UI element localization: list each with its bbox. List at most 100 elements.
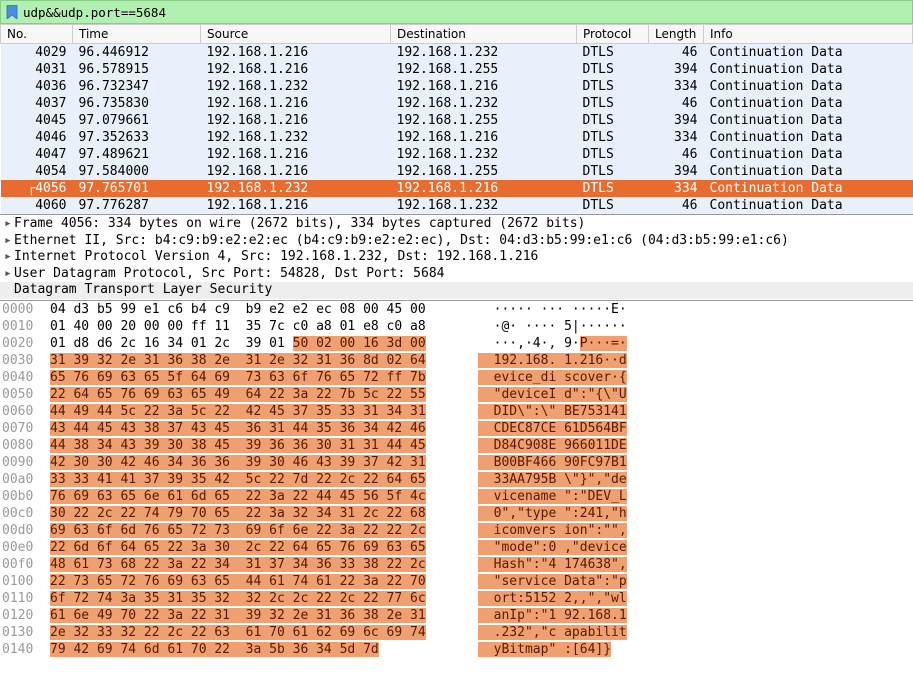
expand-triangle-icon[interactable]: ▸ bbox=[4, 216, 14, 233]
expand-triangle-icon[interactable]: ▸ bbox=[4, 249, 14, 266]
cell-destination: 192.168.1.216 bbox=[391, 129, 577, 146]
detail-tree-item[interactable]: Datagram Transport Layer Security bbox=[0, 282, 913, 299]
hex-bytes: 48 61 73 68 22 3a 22 34 31 37 34 36 33 3… bbox=[50, 556, 460, 573]
hex-offset: 0030 bbox=[0, 352, 50, 369]
cell-length: 46 bbox=[649, 197, 704, 214]
packet-bytes-pane[interactable]: 000004 d3 b5 99 e1 c6 b4 c9 b9 e2 e2 ec … bbox=[0, 300, 913, 658]
hex-row[interactable]: 012061 6e 49 70 22 3a 22 31 39 32 2e 31 … bbox=[0, 607, 913, 624]
hex-row[interactable]: 010022 73 65 72 76 69 63 65 44 61 74 61 … bbox=[0, 573, 913, 590]
hex-row[interactable]: 00e022 6d 6f 64 65 22 3a 30 2c 22 64 65 … bbox=[0, 539, 913, 556]
hex-row[interactable]: 00d069 63 6f 6d 76 65 72 73 69 6f 6e 22 … bbox=[0, 522, 913, 539]
cell-time: 96.735830 bbox=[73, 95, 201, 112]
hex-offset: 0120 bbox=[0, 607, 50, 624]
col-header-protocol[interactable]: Protocol bbox=[577, 25, 649, 44]
cell-no: 4045 bbox=[1, 112, 73, 129]
hex-ascii: CDEC87CE 61D564BF bbox=[460, 420, 627, 437]
hex-offset: 0010 bbox=[0, 318, 50, 335]
cell-time: 96.732347 bbox=[73, 78, 201, 95]
cell-no: 4047 bbox=[1, 146, 73, 163]
hex-ascii: B00BF466 90FC97B1 bbox=[460, 454, 627, 471]
packet-row[interactable]: 404697.352633192.168.1.232192.168.1.216D… bbox=[1, 129, 913, 146]
hex-ascii: "mode":0 ,"device bbox=[460, 539, 627, 556]
col-header-length[interactable]: Length bbox=[649, 25, 704, 44]
col-header-destination[interactable]: Destination bbox=[391, 25, 577, 44]
packet-row[interactable]: 404797.489621192.168.1.216192.168.1.232D… bbox=[1, 146, 913, 163]
cell-time: 97.765701 bbox=[73, 180, 201, 197]
hex-row[interactable]: 002001 d8 d6 2c 16 34 01 2c 39 01 50 02 … bbox=[0, 335, 913, 352]
packet-row[interactable]: 404597.079661192.168.1.216192.168.1.255D… bbox=[1, 112, 913, 129]
hex-row[interactable]: 014079 42 69 74 6d 61 70 22 3a 5b 36 34 … bbox=[0, 641, 913, 658]
col-header-time[interactable]: Time bbox=[73, 25, 201, 44]
packet-row[interactable]: 403696.732347192.168.1.232192.168.1.216D… bbox=[1, 78, 913, 95]
hex-row[interactable]: 00b076 69 63 65 6e 61 6d 65 22 3a 22 44 … bbox=[0, 488, 913, 505]
cell-length: 46 bbox=[649, 95, 704, 112]
hex-row[interactable]: 009042 30 30 42 46 34 36 36 39 30 46 43 … bbox=[0, 454, 913, 471]
packet-row[interactable]: 402996.446912192.168.1.216192.168.1.232D… bbox=[1, 44, 913, 62]
detail-tree-item[interactable]: ▸Ethernet II, Src: b4:c9:b9:e2:e2:ec (b4… bbox=[0, 233, 913, 250]
col-header-no[interactable]: No. bbox=[1, 25, 73, 44]
hex-row[interactable]: 003031 39 32 2e 31 36 38 2e 31 2e 32 31 … bbox=[0, 352, 913, 369]
packet-row[interactable]: 403796.735830192.168.1.216192.168.1.232D… bbox=[1, 95, 913, 112]
cell-destination: 192.168.1.232 bbox=[391, 44, 577, 62]
detail-tree-item[interactable]: ▸Frame 4056: 334 bytes on wire (2672 bit… bbox=[0, 216, 913, 233]
hex-row[interactable]: 007043 44 45 43 38 37 43 45 36 31 44 35 … bbox=[0, 420, 913, 437]
packet-details-pane[interactable]: ▸Frame 4056: 334 bytes on wire (2672 bit… bbox=[0, 214, 913, 300]
packet-row[interactable]: ┌405697.765701192.168.1.232192.168.1.216… bbox=[1, 180, 913, 197]
cell-destination: 192.168.1.255 bbox=[391, 163, 577, 180]
cell-time: 97.079661 bbox=[73, 112, 201, 129]
cell-destination: 192.168.1.216 bbox=[391, 78, 577, 95]
cell-info: Continuation Data bbox=[704, 163, 913, 180]
hex-offset: 0000 bbox=[0, 301, 50, 318]
hex-ascii: ·@· ···· 5|······ bbox=[460, 318, 627, 335]
hex-ascii: .232","c apabilit bbox=[460, 624, 627, 641]
hex-ascii: DID\":\" BE753141 bbox=[460, 403, 627, 420]
hex-row[interactable]: 000004 d3 b5 99 e1 c6 b4 c9 b9 e2 e2 ec … bbox=[0, 301, 913, 318]
cell-time: 97.776287 bbox=[73, 197, 201, 214]
cell-time: 96.446912 bbox=[73, 44, 201, 62]
display-filter-bar[interactable] bbox=[0, 0, 913, 24]
packet-row[interactable]: 406097.776287192.168.1.216192.168.1.232D… bbox=[1, 197, 913, 214]
expand-triangle-icon[interactable]: ▸ bbox=[4, 266, 14, 283]
col-header-source[interactable]: Source bbox=[201, 25, 391, 44]
hex-ascii: "service Data":"p bbox=[460, 573, 627, 590]
hex-row[interactable]: 01106f 72 74 3a 35 31 35 32 32 2c 2c 22 … bbox=[0, 590, 913, 607]
hex-row[interactable]: 00f048 61 73 68 22 3a 22 34 31 37 34 36 … bbox=[0, 556, 913, 573]
hex-offset: 00d0 bbox=[0, 522, 50, 539]
cell-info: Continuation Data bbox=[704, 78, 913, 95]
hex-bytes: 44 38 34 43 39 30 38 45 39 36 36 30 31 3… bbox=[50, 437, 460, 454]
packet-row[interactable]: 403196.578915192.168.1.216192.168.1.255D… bbox=[1, 61, 913, 78]
cell-source: 192.168.1.216 bbox=[201, 197, 391, 214]
detail-tree-item[interactable]: ▸User Datagram Protocol, Src Port: 54828… bbox=[0, 266, 913, 283]
cell-length: 46 bbox=[649, 44, 704, 62]
cell-destination: 192.168.1.232 bbox=[391, 197, 577, 214]
cell-length: 394 bbox=[649, 163, 704, 180]
hex-row[interactable]: 00c030 22 2c 22 74 79 70 65 22 3a 32 34 … bbox=[0, 505, 913, 522]
hex-bytes: 30 22 2c 22 74 79 70 65 22 3a 32 34 31 2… bbox=[50, 505, 460, 522]
hex-offset: 00b0 bbox=[0, 488, 50, 505]
hex-ascii: yBitmap" :[64]} bbox=[460, 641, 611, 658]
hex-row[interactable]: 008044 38 34 43 39 30 38 45 39 36 36 30 … bbox=[0, 437, 913, 454]
hex-bytes: 01 d8 d6 2c 16 34 01 2c 39 01 50 02 00 1… bbox=[50, 335, 460, 352]
hex-bytes: 04 d3 b5 99 e1 c6 b4 c9 b9 e2 e2 ec 08 0… bbox=[50, 301, 460, 318]
hex-row[interactable]: 005022 64 65 76 69 63 65 49 64 22 3a 22 … bbox=[0, 386, 913, 403]
hex-row[interactable]: 004065 76 69 63 65 5f 64 69 73 63 6f 76 … bbox=[0, 369, 913, 386]
hex-offset: 0050 bbox=[0, 386, 50, 403]
packet-list-header-row[interactable]: No. Time Source Destination Protocol Len… bbox=[1, 25, 913, 44]
hex-row[interactable]: 006044 49 44 5c 22 3a 5c 22 42 45 37 35 … bbox=[0, 403, 913, 420]
hex-row[interactable]: 01302e 32 33 32 22 2c 22 63 61 70 61 62 … bbox=[0, 624, 913, 641]
cell-info: Continuation Data bbox=[704, 44, 913, 62]
cell-info: Continuation Data bbox=[704, 129, 913, 146]
hex-bytes: 65 76 69 63 65 5f 64 69 73 63 6f 76 65 7… bbox=[50, 369, 460, 386]
col-header-info[interactable]: Info bbox=[704, 25, 913, 44]
hex-bytes: 43 44 45 43 38 37 43 45 36 31 44 35 36 3… bbox=[50, 420, 460, 437]
hex-row[interactable]: 001001 40 00 20 00 00 ff 11 35 7c c0 a8 … bbox=[0, 318, 913, 335]
cell-info: Continuation Data bbox=[704, 112, 913, 129]
expand-triangle-icon[interactable]: ▸ bbox=[4, 233, 14, 250]
bookmark-icon[interactable] bbox=[5, 5, 19, 19]
cell-source: 192.168.1.216 bbox=[201, 44, 391, 62]
packet-row[interactable]: 405497.584000192.168.1.216192.168.1.255D… bbox=[1, 163, 913, 180]
cell-protocol: DTLS bbox=[577, 112, 649, 129]
detail-tree-item[interactable]: ▸Internet Protocol Version 4, Src: 192.1… bbox=[0, 249, 913, 266]
hex-row[interactable]: 00a033 33 41 41 37 39 35 42 5c 22 7d 22 … bbox=[0, 471, 913, 488]
display-filter-input[interactable] bbox=[23, 5, 908, 20]
